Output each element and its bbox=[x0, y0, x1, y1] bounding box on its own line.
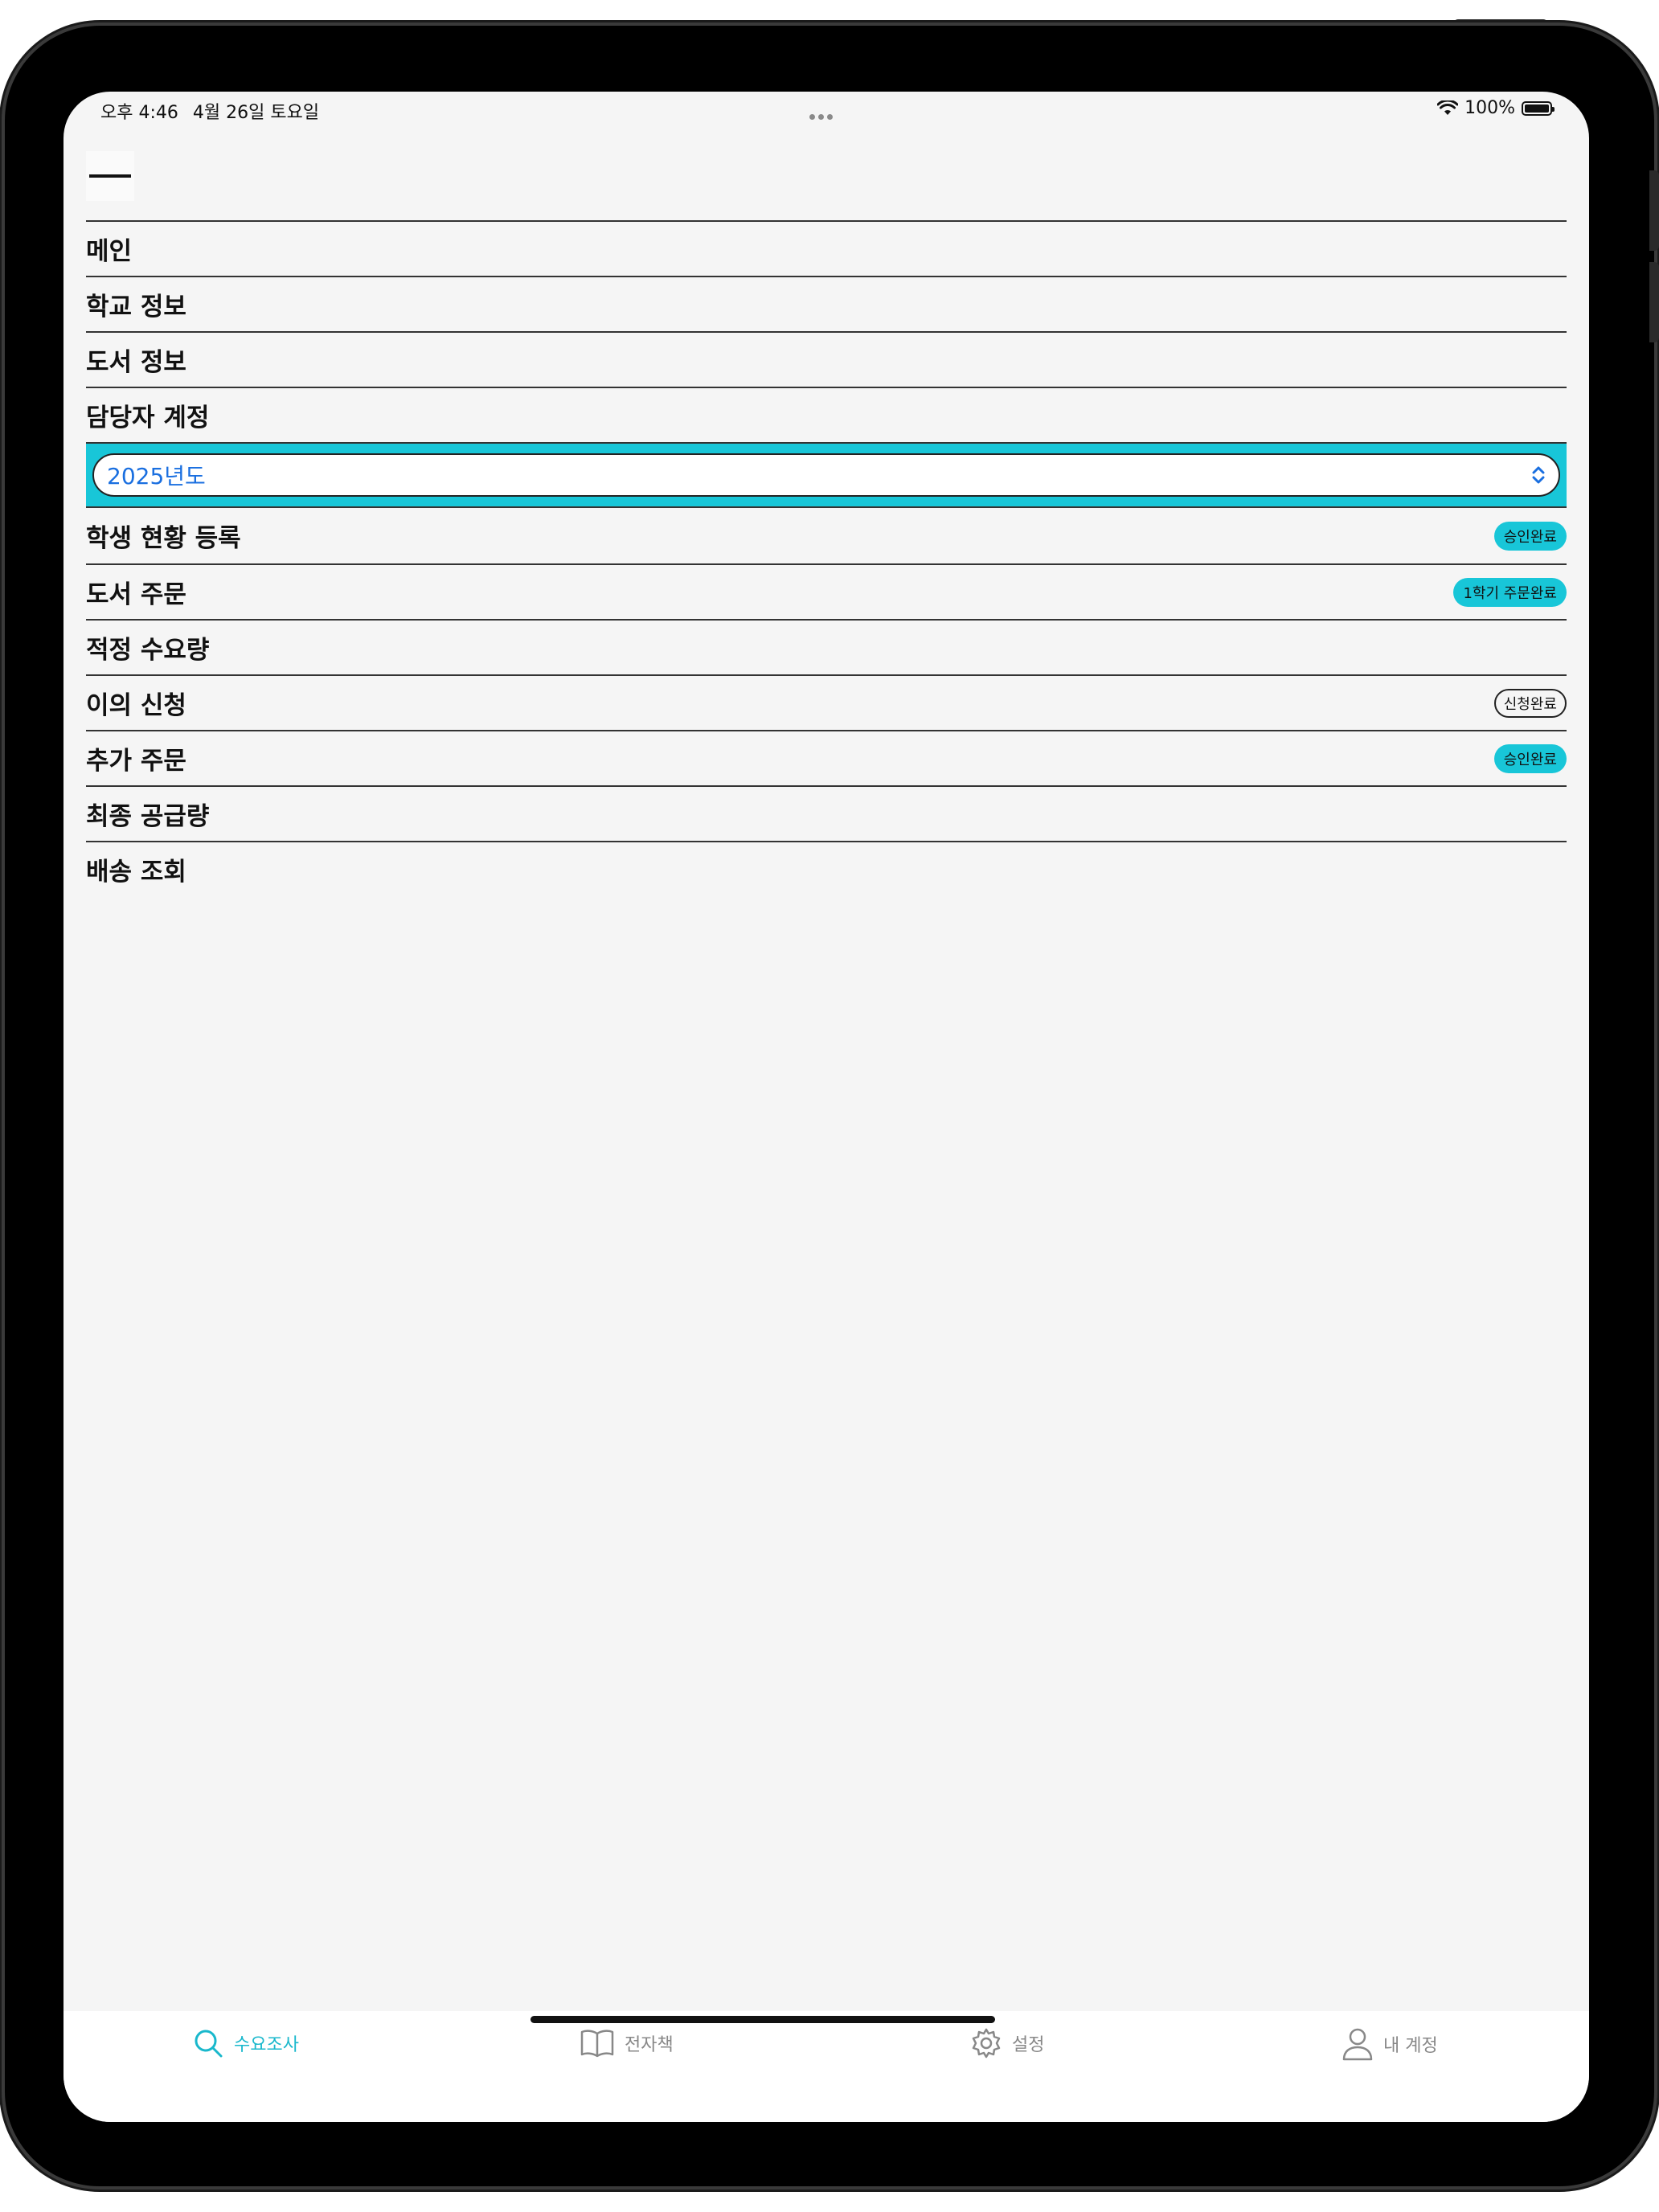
menu-item-proper-demand[interactable]: 적정 수요량 bbox=[86, 619, 1567, 674]
status-datetime: 오후 4:46 4월 26일 토요일 bbox=[100, 98, 334, 124]
menu-item-label: 담당자 계정 bbox=[86, 403, 210, 432]
status-indicators: 100% bbox=[1437, 98, 1555, 118]
year-select-container: 2025년도 bbox=[86, 442, 1567, 508]
tab-bar: 수요조사 전자책 설정 내 계정 bbox=[63, 2011, 1589, 2122]
menu-item-book-info[interactable]: 도서 정보 bbox=[86, 331, 1567, 387]
volume-down-button bbox=[1649, 262, 1659, 342]
tab-ebook[interactable]: 전자책 bbox=[580, 2027, 674, 2059]
menu-item-label: 배송 조회 bbox=[86, 858, 186, 887]
menu-item-label: 학생 현황 등록 bbox=[86, 524, 241, 553]
home-indicator[interactable] bbox=[530, 2016, 995, 2023]
status-badge: 신청완료 bbox=[1493, 688, 1567, 718]
side-menu: 메인 학교 정보 도서 정보 담당자 계정 2025년도 학생 현황 등록 승인… bbox=[86, 220, 1567, 896]
tab-label: 내 계정 bbox=[1383, 2036, 1438, 2056]
menu-item-label: 학교 정보 bbox=[86, 293, 186, 322]
menu-item-label: 도서 정보 bbox=[86, 348, 186, 377]
tab-label: 전자책 bbox=[625, 2035, 674, 2055]
menu-item-label: 도서 주문 bbox=[86, 580, 186, 609]
multitasking-dots-icon[interactable] bbox=[808, 108, 834, 123]
menu-item-label: 적정 수요량 bbox=[86, 636, 210, 665]
book-icon bbox=[580, 2027, 615, 2059]
volume-up-button bbox=[1649, 170, 1659, 251]
menu-item-final-supply[interactable]: 최종 공급량 bbox=[86, 785, 1567, 841]
app-screen: 오후 4:46 4월 26일 토요일 100% 메인 학교 정보 도서 정보 담… bbox=[63, 92, 1589, 2122]
status-badge: 1학기 주문완료 bbox=[1453, 577, 1567, 607]
menu-item-label: 추가 주문 bbox=[86, 747, 186, 776]
menu-item-objection[interactable]: 이의 신청 신청완료 bbox=[86, 674, 1567, 730]
status-badge: 승인완료 bbox=[1493, 521, 1567, 551]
tab-my-account[interactable]: 내 계정 bbox=[1342, 2027, 1438, 2061]
year-select-value: 2025년도 bbox=[107, 463, 206, 490]
battery-icon bbox=[1522, 100, 1555, 116]
status-bar: 오후 4:46 4월 26일 토요일 100% bbox=[63, 92, 1589, 130]
menu-item-label: 메인 bbox=[86, 237, 133, 266]
tab-survey[interactable]: 수요조사 bbox=[192, 2027, 299, 2059]
menu-item-school-info[interactable]: 학교 정보 bbox=[86, 276, 1567, 331]
minus-icon bbox=[89, 174, 131, 178]
status-badge: 승인완료 bbox=[1493, 743, 1567, 773]
menu-item-book-order[interactable]: 도서 주문 1학기 주문완료 bbox=[86, 563, 1567, 619]
menu-item-delivery-tracking[interactable]: 배송 조회 bbox=[86, 841, 1567, 896]
menu-collapse-button[interactable] bbox=[86, 151, 134, 201]
tab-settings[interactable]: 설정 bbox=[970, 2027, 1044, 2059]
person-icon bbox=[1342, 2027, 1374, 2061]
status-date: 4월 26일 토요일 bbox=[192, 103, 320, 123]
menu-item-main[interactable]: 메인 bbox=[86, 220, 1567, 276]
menu-item-additional-order[interactable]: 추가 주문 승인완료 bbox=[86, 730, 1567, 785]
wifi-icon bbox=[1437, 100, 1459, 117]
menu-item-label: 최종 공급량 bbox=[86, 802, 210, 831]
menu-item-manager-account[interactable]: 담당자 계정 bbox=[86, 387, 1567, 442]
battery-percent: 100% bbox=[1464, 98, 1515, 118]
chevron-up-down-icon bbox=[1531, 466, 1546, 484]
status-time: 오후 4:46 bbox=[100, 103, 178, 123]
year-select[interactable]: 2025년도 bbox=[92, 453, 1560, 497]
menu-item-label: 이의 신청 bbox=[86, 691, 186, 720]
menu-item-student-status[interactable]: 학생 현황 등록 승인완료 bbox=[86, 508, 1567, 563]
search-icon bbox=[192, 2027, 224, 2059]
tab-label: 수요조사 bbox=[234, 2035, 299, 2055]
gear-icon bbox=[970, 2027, 1002, 2059]
tab-label: 설정 bbox=[1012, 2035, 1045, 2055]
